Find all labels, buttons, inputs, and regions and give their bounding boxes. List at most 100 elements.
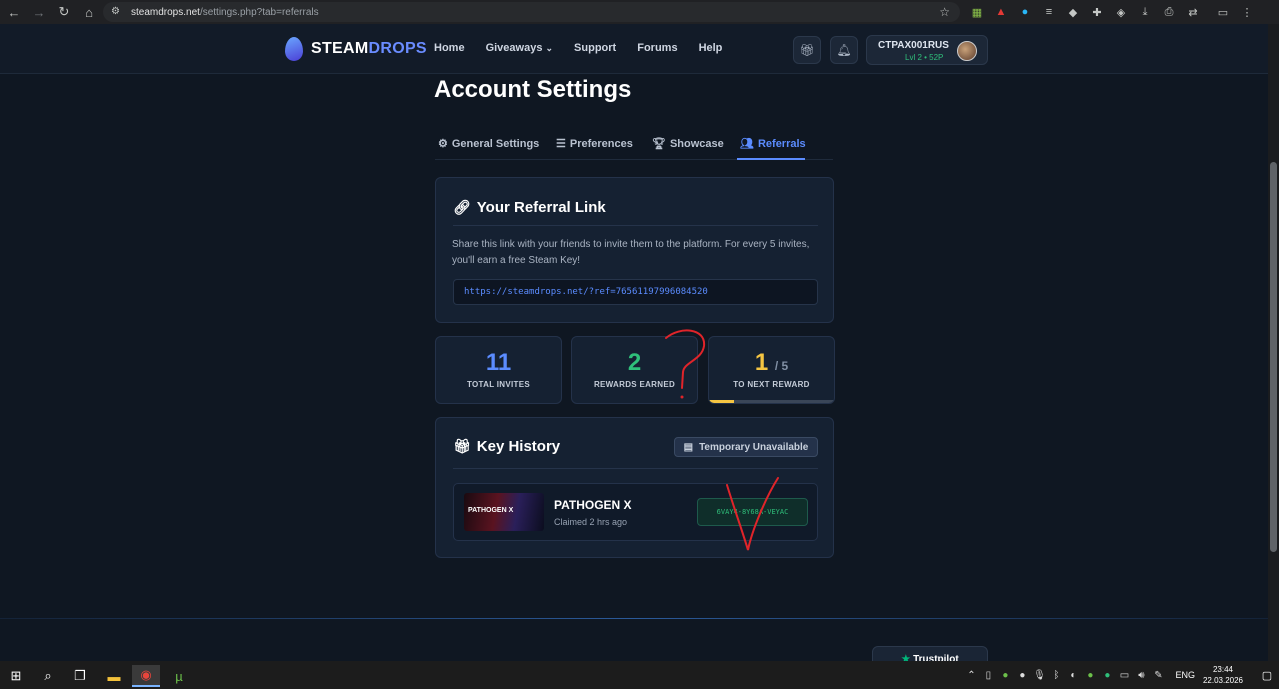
settings-tabs: ⚙ General Settings ☰ Preferences 🏆︎ Showcas… bbox=[435, 128, 833, 160]
user-level: Lvl 2 • 52P bbox=[905, 53, 944, 62]
main-nav: Home Giveaways ⌄ Support Forums Help bbox=[434, 42, 743, 54]
logo[interactable]: STEAMDROPS bbox=[285, 37, 427, 61]
app-tray-icon[interactable]: ● bbox=[1014, 670, 1030, 681]
next-reward-label: TO NEXT REWARD bbox=[733, 380, 810, 389]
chrome-icon[interactable]: ◉ bbox=[132, 665, 160, 687]
total-invites-label: TOTAL INVITES bbox=[466, 380, 531, 389]
tab-preferences[interactable]: ☰ Preferences bbox=[556, 137, 633, 151]
referral-link-field[interactable]: https://steamdrops.net/?ref=765611979960… bbox=[453, 279, 818, 305]
stat-rewards-earned: 2 REWARDS EARNED bbox=[571, 336, 698, 404]
usb-icon[interactable]: ▯ bbox=[980, 670, 996, 681]
puzzle-extension-icon[interactable]: ✚ bbox=[1088, 3, 1106, 21]
bell-icon: 🔔︎ bbox=[836, 43, 852, 57]
sliders-icon: ☰ bbox=[556, 138, 566, 150]
extensions-row: ▦ ▲ ● ≡ ◆ ✚ ◈ ⤓ ⎙ ⇄ ▭ ⋮ bbox=[968, 3, 1256, 21]
microphone-icon[interactable]: 🎙︎ bbox=[1031, 670, 1047, 681]
extension-icon[interactable]: ◈ bbox=[1112, 3, 1130, 21]
task-view-icon[interactable]: ❐ bbox=[66, 665, 94, 687]
back-icon[interactable]: ← bbox=[3, 1, 25, 23]
database-extension-icon[interactable]: ≡ bbox=[1040, 3, 1058, 21]
network-icon[interactable]: ▭ bbox=[1116, 670, 1132, 681]
next-reward-total: / 5 bbox=[774, 359, 789, 373]
key-history-row: PATHOGEN X PATHOGEN X Claimed 2 hrs ago … bbox=[453, 483, 818, 541]
forward-icon[interactable]: → bbox=[28, 1, 50, 23]
page-title: Account Settings bbox=[434, 76, 632, 103]
print-icon[interactable]: ⎙ bbox=[1160, 3, 1178, 21]
windows-taskbar: ⊞ ⌕ ❐ ▬ ◉ µ ⌃ ▯ ● ● 🎙︎ ᛒ ◐ ● ● ▭ 🔊︎ ✎ EN… bbox=[0, 661, 1279, 689]
site-header: STEAMDROPS Home Giveaways ⌄ Support Foru… bbox=[0, 24, 1268, 74]
tab-general-settings[interactable]: ⚙ General Settings bbox=[438, 137, 539, 151]
pdf-extension-icon[interactable]: ▲ bbox=[992, 3, 1010, 21]
clock-time: 23:44 bbox=[1212, 665, 1233, 674]
tab-showcase[interactable]: 🏆︎ Showcase bbox=[652, 137, 724, 151]
next-reward-progress bbox=[709, 400, 834, 403]
windows-start-icon[interactable]: ⊞ bbox=[2, 665, 30, 687]
bluetooth-icon[interactable]: ᛒ bbox=[1048, 670, 1064, 681]
temporary-unavailable-button[interactable]: ▤ Temporary Unavailable bbox=[674, 437, 818, 457]
app-tray-icon[interactable]: ● bbox=[1082, 670, 1098, 681]
steam-icon[interactable]: ◐ bbox=[1065, 670, 1081, 681]
nav-support[interactable]: Support bbox=[574, 42, 616, 54]
profile-icon[interactable]: ▭ bbox=[1214, 3, 1232, 21]
browser-toolbar: ← → ↻ ⌂ ⚙ steamdrops.net/settings.php?ta… bbox=[0, 0, 1279, 24]
page-scrollbar[interactable] bbox=[1268, 24, 1279, 661]
nav-home[interactable]: Home bbox=[434, 42, 465, 54]
game-thumbnail: PATHOGEN X bbox=[464, 493, 544, 531]
url-domain: steamdrops.net bbox=[131, 6, 200, 18]
extension-icon[interactable]: ◆ bbox=[1064, 3, 1082, 21]
users-icon: 👥︎ bbox=[740, 138, 754, 150]
tab-referrals[interactable]: 👥︎ Referrals bbox=[740, 137, 806, 151]
nav-giveaways[interactable]: Giveaways ⌄ bbox=[486, 42, 553, 54]
notifications-button[interactable]: 🔔︎ bbox=[830, 36, 858, 64]
chevron-up-icon[interactable]: ⌃ bbox=[963, 670, 979, 681]
divider bbox=[453, 225, 818, 226]
next-reward-value: 1 bbox=[754, 349, 769, 376]
link-icon: 🔗︎ bbox=[453, 199, 471, 215]
logo-text-drops: DROPS bbox=[368, 40, 427, 57]
box-icon: ▤ bbox=[683, 441, 694, 453]
trophy-icon: 🏆︎ bbox=[652, 138, 666, 150]
nav-help[interactable]: Help bbox=[699, 42, 723, 54]
chevron-down-icon: ⌄ bbox=[545, 43, 554, 53]
clock[interactable]: 23:44 22.03.2026 bbox=[1203, 664, 1243, 686]
utorrent-icon[interactable]: µ bbox=[165, 665, 193, 687]
clock-date: 22.03.2026 bbox=[1202, 676, 1243, 685]
translate-icon[interactable]: ⇄ bbox=[1184, 3, 1202, 21]
bookmark-star-icon[interactable]: ☆ bbox=[939, 5, 950, 19]
menu-icon[interactable]: ⋮ bbox=[1238, 3, 1256, 21]
logo-text-steam: STEAM bbox=[311, 40, 369, 57]
referral-description: Share this link with your friends to inv… bbox=[452, 239, 810, 266]
address-bar[interactable]: ⚙ steamdrops.net/settings.php?tab=referr… bbox=[103, 2, 960, 22]
search-icon[interactable]: ⌕ bbox=[34, 665, 62, 687]
avatar bbox=[957, 41, 977, 61]
reload-icon[interactable]: ↻ bbox=[53, 1, 75, 23]
download-icon[interactable]: ⤓ bbox=[1136, 3, 1154, 21]
gift-icon: 🎁︎ bbox=[453, 438, 471, 454]
file-explorer-icon[interactable]: ▬ bbox=[100, 665, 128, 687]
footer-divider bbox=[0, 618, 1268, 619]
stat-next-reward: 1 / 5 TO NEXT REWARD bbox=[708, 336, 835, 404]
stat-total-invites: 11 TOTAL INVITES bbox=[435, 336, 562, 404]
nav-forums[interactable]: Forums bbox=[637, 42, 677, 54]
notification-center-icon[interactable]: ▢ bbox=[1255, 669, 1279, 682]
total-invites-value: 11 bbox=[485, 349, 512, 376]
username: CTPAX001RUS bbox=[878, 40, 949, 51]
volume-icon[interactable]: 🔊︎ bbox=[1133, 670, 1149, 681]
steam-key[interactable]: 6VAY4-8Y68A-VEYAC bbox=[697, 498, 808, 526]
app-tray-icon[interactable]: ● bbox=[1099, 670, 1115, 681]
site-info-icon[interactable]: ⚙ bbox=[111, 6, 123, 18]
pen-icon[interactable]: ✎ bbox=[1150, 670, 1166, 681]
logo-drop-icon bbox=[285, 37, 303, 61]
claimed-time: Claimed 2 hrs ago bbox=[554, 517, 628, 527]
home-icon[interactable]: ⌂ bbox=[78, 1, 100, 23]
gift-button[interactable]: 🎁︎ bbox=[793, 36, 821, 64]
scrollbar-thumb[interactable] bbox=[1270, 162, 1277, 552]
language-indicator[interactable]: ENG bbox=[1175, 670, 1195, 680]
user-menu[interactable]: CTPAX001RUS Lvl 2 • 52P bbox=[866, 35, 988, 65]
extension-icon[interactable]: ● bbox=[1016, 3, 1034, 21]
active-tab-indicator bbox=[737, 158, 805, 160]
rewards-earned-value: 2 bbox=[627, 349, 642, 376]
extension-icon[interactable]: ▦ bbox=[968, 3, 986, 21]
divider bbox=[453, 468, 818, 469]
app-tray-icon[interactable]: ● bbox=[997, 670, 1013, 681]
